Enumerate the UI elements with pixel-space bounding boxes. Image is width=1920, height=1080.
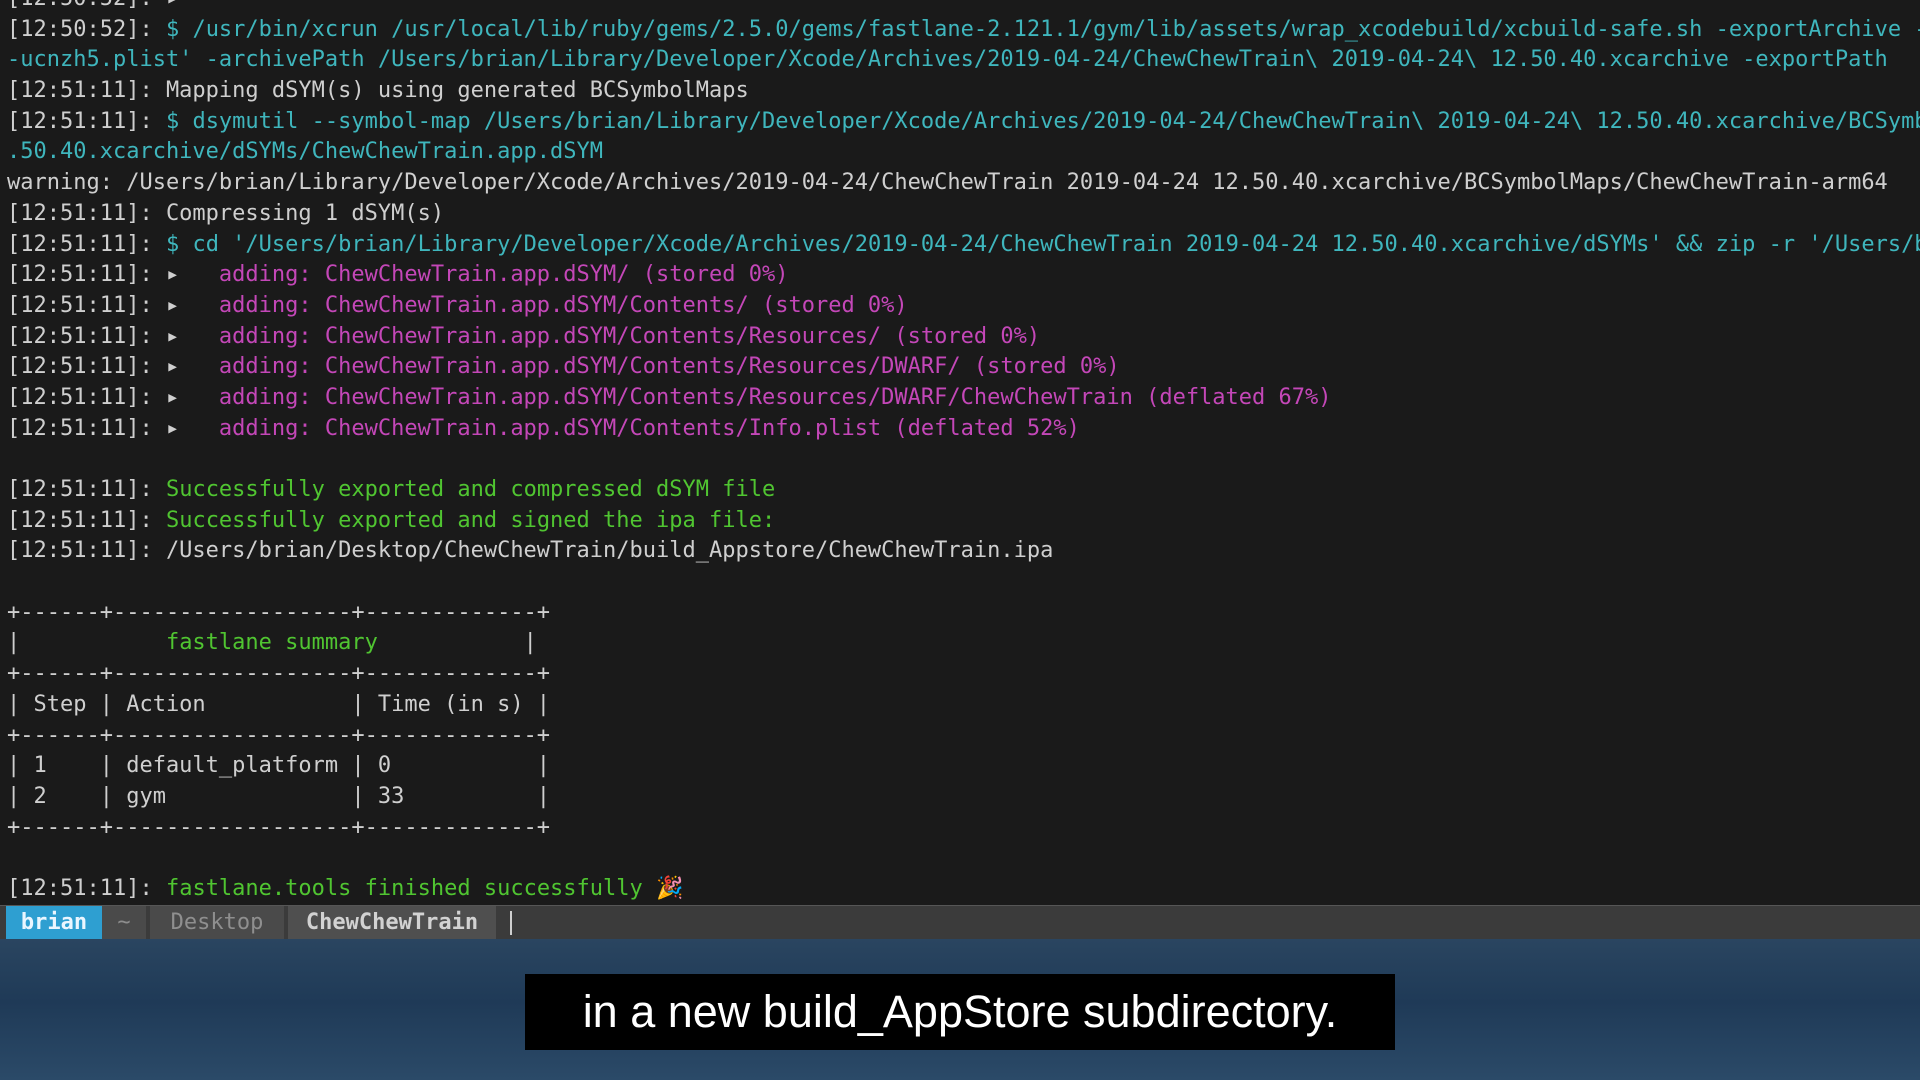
terminal-text: [12:51:11]: ▸ <box>7 415 219 441</box>
terminal-text: Successfully exported and compressed dSY… <box>165 477 776 502</box>
terminal-line: +------+------------------+-------------… <box>7 659 1920 690</box>
terminal-line: [12:51:11]: fastlane.tools finished succ… <box>7 874 1920 905</box>
terminal-text: [12:51:11]: ▸ <box>7 354 219 380</box>
terminal-line: [12:51:11]: ▸ adding: ChewChewTrain.app.… <box>7 414 1920 445</box>
terminal-text: adding: ChewChewTrain.app.dSYM/Contents/… <box>218 384 1332 410</box>
terminal-text: [12:51:11]: ▸ <box>7 262 219 288</box>
terminal-line: +------+------------------+-------------… <box>7 721 1920 752</box>
terminal-line: -ucnzh5.plist' -archivePath /Users/brian… <box>7 45 1920 76</box>
terminal-line: [12:51:11]: Successfully exported and si… <box>7 506 1920 537</box>
subtitle-box: in a new build_AppStore subdirectory. <box>525 974 1395 1050</box>
terminal-line: [12:51:11]: ▸ adding: ChewChewTrain.app.… <box>7 260 1920 291</box>
terminal-text: adding: ChewChewTrain.app.dSYM/Contents/… <box>218 415 1080 441</box>
prompt-desktop-segment: Desktop <box>150 906 284 939</box>
terminal-line: [12:51:11]: ▸ adding: ChewChewTrain.app.… <box>7 322 1920 353</box>
terminal-line: [12:51:11]: Mapping dSYM(s) using genera… <box>7 76 1920 107</box>
terminal-text: adding: ChewChewTrain.app.dSYM/Contents/… <box>218 323 1041 349</box>
terminal-text: [12:51:11]: <box>7 477 166 502</box>
terminal-line: .50.40.xcarchive/dSYMs/ChewChewTrain.app… <box>7 137 1920 168</box>
terminal-text: fastlane.tools finished successfully <box>165 875 657 901</box>
terminal-text: Successfully exported and signed the ipa… <box>165 507 776 533</box>
terminal-text: adding: ChewChewTrain.app.dSYM/ (stored … <box>218 262 789 288</box>
terminal-text: | 1 | default_platform | 0 | <box>7 753 551 779</box>
terminal-text: adding: ChewChewTrain.app.dSYM/Contents/… <box>218 292 908 318</box>
terminal-text: $ dsymutil --symbol-map /Users/brian/Lib… <box>165 108 1920 134</box>
terminal-text: | Step | Action | Time (in s) | <box>7 691 551 717</box>
prompt-home-segment: ~ <box>102 906 146 939</box>
terminal-text: [12:51:11]: <box>7 231 166 257</box>
terminal-text: [12:50:52]: ▸ ──────────────────────────… <box>7 0 1199 11</box>
terminal-text: [12:51:11]: ▸ <box>7 292 219 318</box>
terminal-text: [12:51:11]: ▸ <box>7 323 219 349</box>
terminal-text: [12:51:11]: <box>7 507 166 533</box>
terminal-text: fastlane summary <box>20 630 524 656</box>
prompt-user-segment: brian <box>6 906 102 939</box>
terminal-text: | 2 | gym | 33 | <box>7 783 551 809</box>
terminal-text: +------+------------------+-------------… <box>7 599 551 625</box>
terminal-text: +------+------------------+-------------… <box>7 814 551 840</box>
terminal-text: +------+------------------+-------------… <box>7 722 551 748</box>
terminal-line: | Step | Action | Time (in s) | <box>7 690 1920 721</box>
terminal-line: [12:51:11]: $ cd '/Users/brian/Library/D… <box>7 230 1920 261</box>
terminal-text: | <box>523 630 537 656</box>
terminal-line: | 2 | gym | 33 | <box>7 782 1920 813</box>
terminal-line: warning: /Users/brian/Library/Developer/… <box>7 168 1920 199</box>
terminal-text: [12:51:11]: <box>7 875 166 901</box>
terminal-line: [12:50:52]: ▸ ──────────────────────────… <box>7 0 1920 15</box>
terminal-line: | 1 | default_platform | 0 | <box>7 751 1920 782</box>
terminal-line: [12:51:11]: ▸ adding: ChewChewTrain.app.… <box>7 291 1920 322</box>
terminal-text: warning: /Users/brian/Library/Developer/… <box>7 170 1888 196</box>
terminal-line: [12:51:11]: ▸ adding: ChewChewTrain.app.… <box>7 383 1920 414</box>
text-cursor[interactable] <box>510 911 512 935</box>
terminal-line: +------+------------------+-------------… <box>7 598 1920 629</box>
terminal-output: [12:50:52]: ▸ ──────────────────────────… <box>7 0 1920 905</box>
terminal-line: +------+------------------+-------------… <box>7 813 1920 844</box>
terminal-line: [12:51:11]: Compressing 1 dSYM(s) <box>7 199 1920 230</box>
terminal-text: $ cd '/Users/brian/Library/Developer/Xco… <box>165 231 1920 257</box>
prompt-folder-segment: ChewChewTrain <box>288 906 496 939</box>
terminal-text: adding: ChewChewTrain.app.dSYM/Contents/… <box>218 354 1120 380</box>
terminal-text: +------+------------------+-------------… <box>7 661 551 687</box>
terminal-text: -ucnzh5.plist' -archivePath /Users/brian… <box>7 47 1888 73</box>
party-popper-icon: 🎉 <box>656 875 684 901</box>
terminal-text: [12:51:11]: <box>7 108 166 134</box>
terminal-line: [12:51:11]: ▸ adding: ChewChewTrain.app.… <box>7 352 1920 383</box>
subtitle-text: in a new build_AppStore subdirectory. <box>582 986 1338 1037</box>
shell-prompt-bar: brian ~ Desktop ChewChewTrain <box>0 905 1920 940</box>
terminal-text: .50.40.xcarchive/dSYMs/ChewChewTrain.app… <box>7 139 604 165</box>
terminal-text: $ /usr/bin/xcrun /usr/local/lib/ruby/gem… <box>165 16 1920 42</box>
terminal-window[interactable]: [12:50:52]: ▸ ──────────────────────────… <box>0 0 1920 905</box>
terminal-text: [12:50:52]: <box>7 16 166 42</box>
terminal-line: [12:51:11]: $ dsymutil --symbol-map /Use… <box>7 107 1920 138</box>
terminal-text: | <box>7 630 21 656</box>
terminal-line: [12:51:11]: Successfully exported and co… <box>7 475 1920 506</box>
terminal-line: [12:50:52]: $ /usr/bin/xcrun /usr/local/… <box>7 15 1920 46</box>
terminal-text: [12:51:11]: ▸ <box>7 384 219 410</box>
terminal-text: [12:51:11]: Compressing 1 dSYM(s) <box>7 200 445 226</box>
terminal-line: [12:51:11]: /Users/brian/Desktop/ChewChe… <box>7 536 1920 567</box>
terminal-text: [12:51:11]: Mapping dSYM(s) using genera… <box>7 78 749 104</box>
terminal-line: | fastlane summary | <box>7 628 1920 659</box>
terminal-text: [12:51:11]: /Users/brian/Desktop/ChewChe… <box>7 538 1054 564</box>
